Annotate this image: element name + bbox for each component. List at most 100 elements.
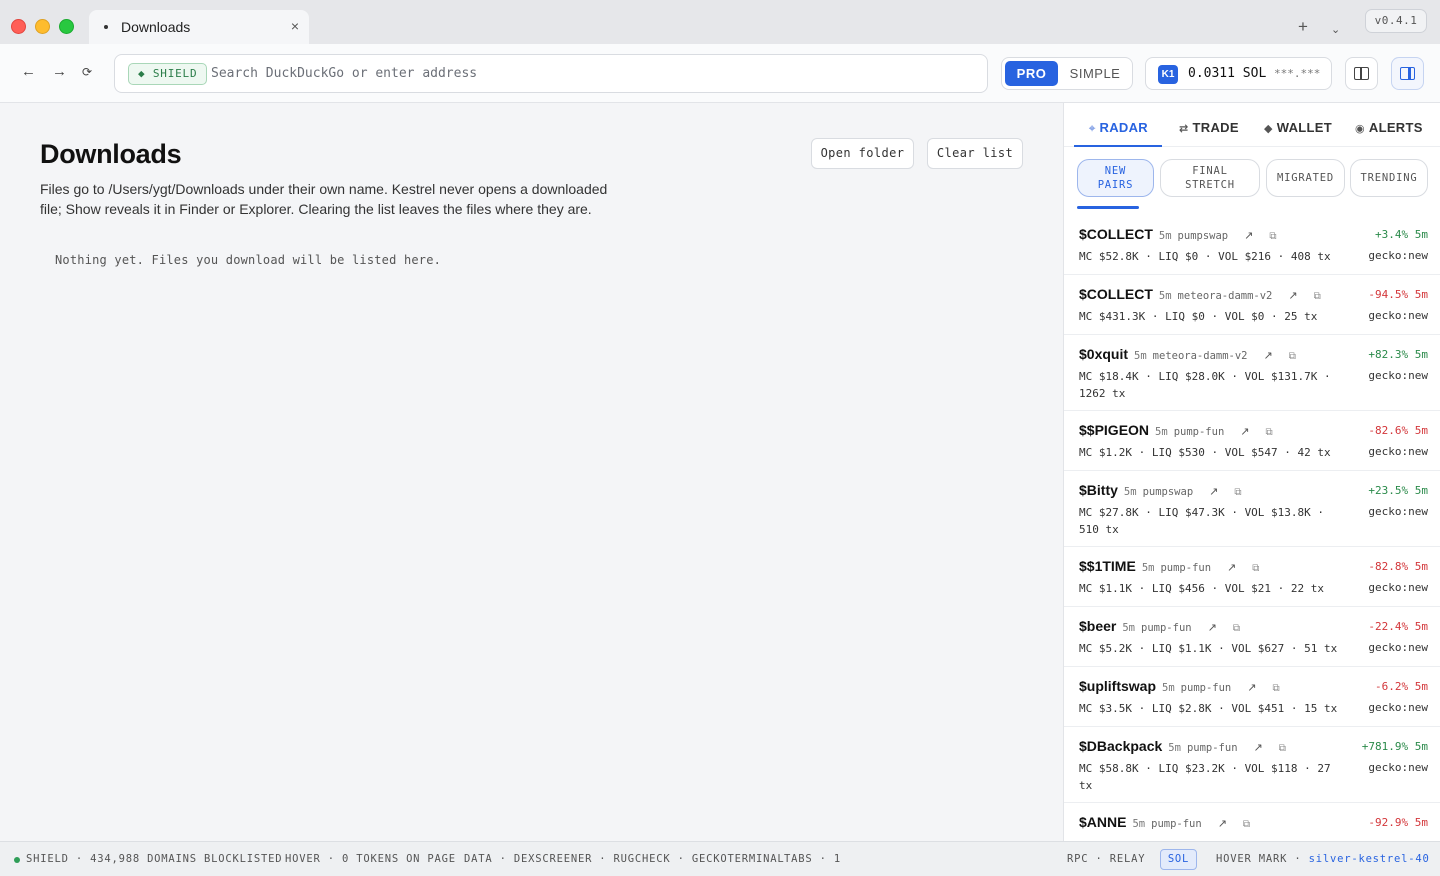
status-hover: HOVER · 0 TOKENS ON PAGE <box>285 853 456 865</box>
swap-icon: ⇄ <box>1179 123 1189 135</box>
hover-mark-label: HOVER MARK · <box>1216 853 1302 865</box>
token-row[interactable]: $COLLECT 5m meteora-damm-v2 ↗ ⧉ -94.5% 5m MC $… <box>1064 275 1440 335</box>
radar-sidebar: ⌖ RADAR ⇄ TRADE ◆ WALLET ◉ ALERTS NEW PAIRS F… <box>1063 103 1440 841</box>
token-source: gecko:new <box>1368 505 1428 518</box>
minimize-window-button[interactable] <box>35 19 50 34</box>
copy-icon[interactable]: ⧉ <box>1243 819 1250 830</box>
token-stats: MC $58.8K · LIQ $23.2K · VOL $118 · 27 t… <box>1079 762 1331 792</box>
token-row[interactable]: $ANNE 5m pump-fun ↗ ⧉ -92.9% 5m <box>1064 803 1440 841</box>
downloads-description: Files go to /Users/ygt/Downloads under t… <box>40 181 608 217</box>
token-row[interactable]: $COLLECT 5m pumpswap ↗ ⧉ +3.4% 5m MC $52.8K · … <box>1064 215 1440 275</box>
copy-icon[interactable]: ⧉ <box>1314 291 1321 302</box>
filter-label: PAIRS <box>1097 179 1134 191</box>
sidebar-toggle-button[interactable] <box>1391 57 1424 90</box>
filter-final-stretch[interactable]: FINAL STRETCH <box>1160 159 1260 197</box>
token-dex: pump-fun <box>1141 622 1192 634</box>
new-tab-icon[interactable]: + <box>1298 17 1308 37</box>
token-name: $upliftswap <box>1079 678 1157 694</box>
tab-close-icon[interactable]: × <box>291 18 299 34</box>
token-name: $Bitty <box>1079 482 1118 498</box>
copy-icon[interactable]: ⧉ <box>1289 351 1296 362</box>
token-age: 5m <box>1162 682 1175 694</box>
address-input[interactable] <box>211 55 971 92</box>
token-row[interactable]: $$1TIME 5m pump-fun ↗ ⧉ -82.8% 5m MC $1.1K · L… <box>1064 547 1440 607</box>
external-link-icon[interactable]: ↗ <box>1208 622 1217 634</box>
status-bar: SHIELD · 434,988 DOMAINS BLOCKLISTED HOV… <box>0 841 1440 876</box>
external-link-icon[interactable]: ↗ <box>1264 350 1273 362</box>
token-source: gecko:new <box>1368 309 1428 322</box>
mode-toggle: PRO SIMPLE <box>1001 57 1133 90</box>
token-name: $DBackpack <box>1079 738 1163 754</box>
token-row[interactable]: $$PIGEON 5m pump-fun ↗ ⧉ -82.6% 5m MC $1.2K · … <box>1064 411 1440 471</box>
tab-trade[interactable]: ⇄ TRADE <box>1179 120 1239 135</box>
token-row[interactable]: $beer 5m pump-fun ↗ ⧉ -22.4% 5m MC $5.2K · LIQ… <box>1064 607 1440 667</box>
copy-icon[interactable]: ⧉ <box>1234 487 1241 498</box>
token-name: $COLLECT <box>1079 286 1153 302</box>
open-folder-button[interactable]: Open folder <box>811 138 914 169</box>
token-age: 5m <box>1134 350 1147 362</box>
external-link-icon[interactable]: ↗ <box>1247 682 1256 694</box>
token-name: $$PIGEON <box>1079 422 1150 438</box>
filter-new-pairs[interactable]: NEW PAIRS <box>1077 159 1154 197</box>
chevron-down-icon[interactable]: ⌄ <box>1331 23 1340 36</box>
filter-label: FINAL <box>1192 165 1228 177</box>
copy-icon[interactable]: ⧉ <box>1265 427 1272 438</box>
external-link-icon[interactable]: ↗ <box>1218 818 1227 830</box>
tab-radar[interactable]: ⌖ RADAR <box>1089 120 1148 136</box>
clear-list-button[interactable]: Clear list <box>927 138 1023 169</box>
split-view-button[interactable] <box>1345 57 1378 90</box>
token-row[interactable]: $DBackpack 5m pump-fun ↗ ⧉ +781.9% 5m MC $58.8… <box>1064 727 1440 803</box>
token-row[interactable]: $0xquit 5m meteora-damm-v2 ↗ ⧉ +82.3% 5m MC $1… <box>1064 335 1440 411</box>
external-link-icon[interactable]: ↗ <box>1227 562 1236 574</box>
wallet-mask: ***.*** <box>1274 67 1321 80</box>
token-age: 5m <box>1158 290 1172 302</box>
alert-icon: ◉ <box>1355 123 1365 135</box>
mode-pro-button[interactable]: PRO <box>1005 61 1058 86</box>
external-link-icon[interactable]: ↗ <box>1254 742 1263 754</box>
tab-label: RADAR <box>1099 120 1148 135</box>
tab-downloads[interactable]: Downloads × <box>89 10 309 44</box>
filter-migrated[interactable]: MIGRATED <box>1266 159 1345 197</box>
forward-arrow-icon[interactable]: → <box>52 63 67 80</box>
diamond-icon: ◆ <box>1264 123 1273 135</box>
token-name-line: $$PIGEON 5m pump-fun ↗ ⧉ <box>1079 422 1273 438</box>
tab-label: ALERTS <box>1368 120 1423 135</box>
copy-icon[interactable]: ⧉ <box>1252 563 1259 574</box>
status-data: DATA · DEXSCREENER · RUGCHECK · GECKOTER… <box>464 853 785 865</box>
copy-icon[interactable]: ⧉ <box>1233 623 1240 634</box>
external-link-icon[interactable]: ↗ <box>1288 290 1297 302</box>
token-source: gecko:new <box>1368 445 1428 458</box>
token-stats: MC $27.8K · LIQ $47.3K · VOL $13.8K · 51… <box>1079 506 1325 536</box>
token-name-line: $Bitty 5m pumpswap ↗ ⧉ <box>1079 482 1242 498</box>
reload-icon[interactable]: ⟳ <box>82 65 92 79</box>
token-name-line: $ANNE 5m pump-fun ↗ ⧉ <box>1079 814 1250 830</box>
token-age: 5m <box>1123 486 1137 498</box>
token-row[interactable]: $Bitty 5m pumpswap ↗ ⧉ +23.5% 5m MC $27.8K · L… <box>1064 471 1440 547</box>
copy-icon[interactable]: ⧉ <box>1272 683 1279 694</box>
shield-badge[interactable]: ◆ SHIELD <box>128 63 208 85</box>
token-change: -6.2% 5m <box>1375 680 1428 693</box>
status-sol-badge[interactable]: SOL <box>1160 849 1197 870</box>
copy-icon[interactable]: ⧉ <box>1269 231 1276 242</box>
token-row[interactable]: $upliftswap 5m pump-fun ↗ ⧉ -6.2% 5m MC $3.5K … <box>1064 667 1440 727</box>
token-source: gecko:new <box>1368 701 1428 714</box>
wallet-button[interactable]: K1 0.0311 SOL ***.*** <box>1145 57 1332 90</box>
back-arrow-icon[interactable]: ← <box>21 63 36 80</box>
active-tab-indicator <box>1074 145 1162 147</box>
tab-wallet[interactable]: ◆ WALLET <box>1264 120 1332 135</box>
mode-simple-button[interactable]: SIMPLE <box>1065 61 1125 86</box>
close-window-button[interactable] <box>11 19 26 34</box>
tab-label: WALLET <box>1276 120 1333 135</box>
token-age: 5m <box>1132 818 1146 830</box>
filter-trending[interactable]: TRENDING <box>1350 159 1428 197</box>
empty-state: Nothing yet. Files you download will be … <box>55 253 442 267</box>
external-link-icon[interactable]: ↗ <box>1244 230 1253 242</box>
copy-icon[interactable]: ⧉ <box>1279 743 1286 754</box>
token-stats: MC $5.2K · LIQ $1.1K · VOL $627 · 51 tx <box>1079 642 1338 655</box>
downloads-page: Downloads Open folder Clear list Files g… <box>0 103 1063 841</box>
token-dex: meteora-damm-v2 <box>1152 350 1248 362</box>
external-link-icon[interactable]: ↗ <box>1240 426 1249 438</box>
external-link-icon[interactable]: ↗ <box>1209 486 1218 498</box>
zoom-window-button[interactable] <box>59 19 74 34</box>
tab-alerts[interactable]: ◉ ALERTS <box>1355 120 1423 135</box>
